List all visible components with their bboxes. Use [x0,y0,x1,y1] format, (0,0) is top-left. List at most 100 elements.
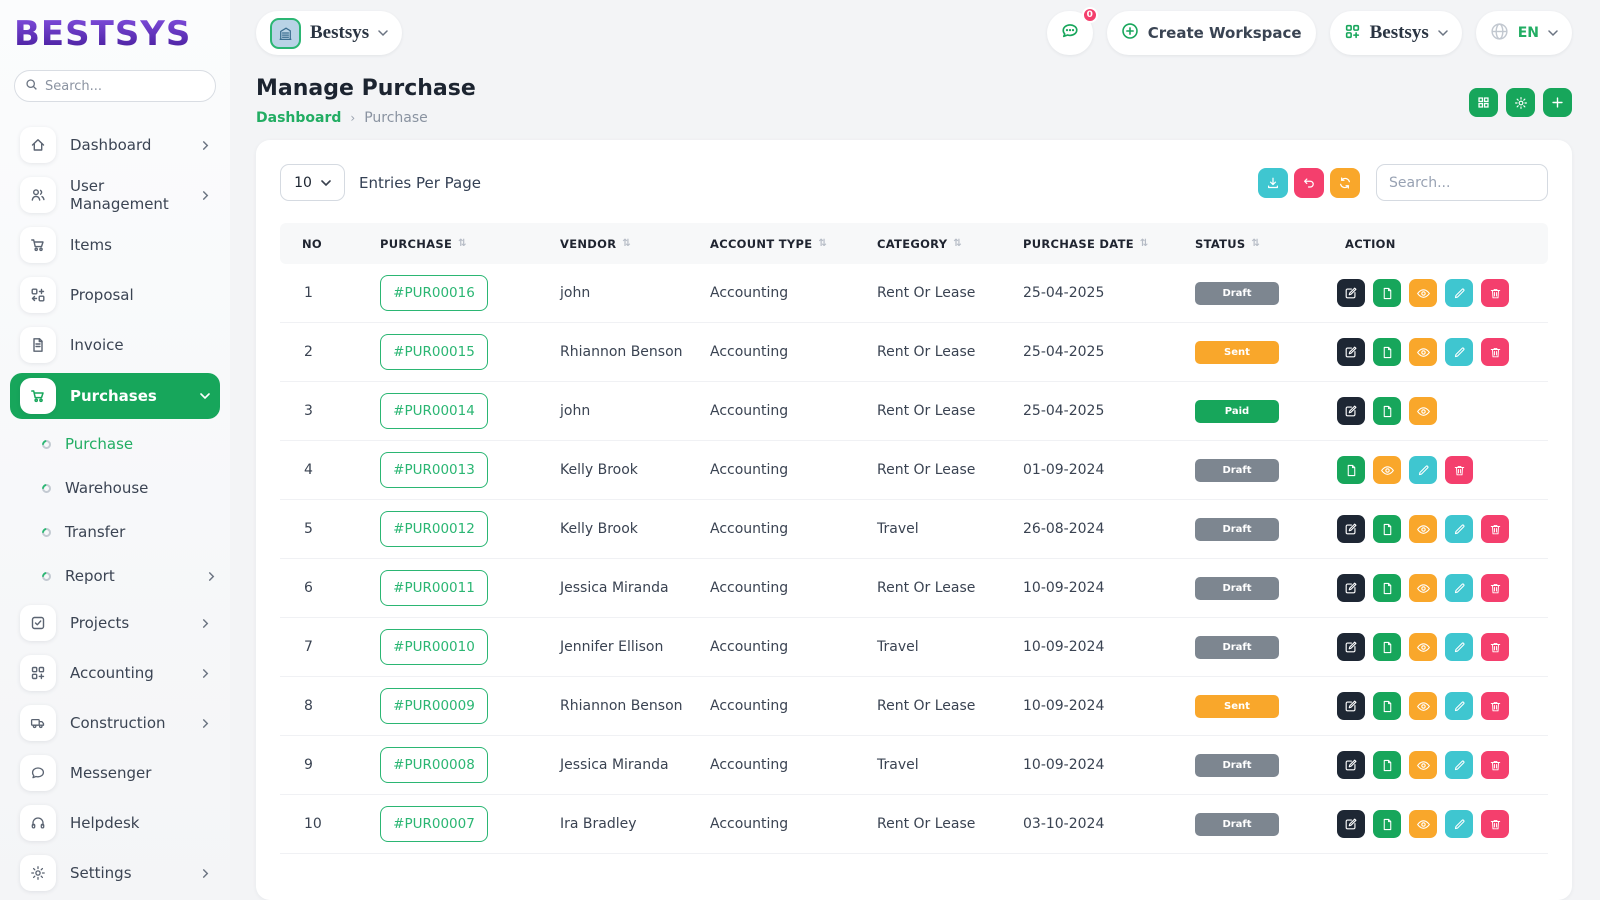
chat-button[interactable]: 0 [1047,11,1093,55]
sidebar-item-accounting[interactable]: Accounting [14,648,216,698]
purchase-id-badge[interactable]: #PUR00008 [380,747,488,783]
document-action-button[interactable] [1373,279,1401,307]
view-action-button[interactable] [1409,397,1437,425]
document-action-button[interactable] [1373,515,1401,543]
column-header-purchase[interactable]: PURCHASE⇅ [360,237,540,251]
create-workspace-button[interactable]: Create Workspace [1107,11,1316,55]
delete-action-button[interactable] [1445,456,1473,484]
edit-action-button[interactable] [1337,751,1365,779]
edit-action-button[interactable] [1337,338,1365,366]
document-action-button[interactable] [1337,456,1365,484]
pencil-action-button[interactable] [1445,515,1473,543]
sort-icon[interactable]: ⇅ [1252,238,1261,249]
column-header-account-type[interactable]: ACCOUNT TYPE⇅ [690,237,857,251]
document-action-button[interactable] [1373,338,1401,366]
view-action-button[interactable] [1409,751,1437,779]
pencil-action-button[interactable] [1445,810,1473,838]
purchase-id-badge[interactable]: #PUR00009 [380,688,488,724]
sort-icon[interactable]: ⇅ [622,238,631,249]
view-action-button[interactable] [1409,515,1437,543]
view-action-button[interactable] [1409,574,1437,602]
edit-action-button[interactable] [1337,397,1365,425]
pencil-action-button[interactable] [1445,574,1473,602]
breadcrumb-dashboard[interactable]: Dashboard [256,110,341,126]
document-action-button[interactable] [1373,810,1401,838]
purchase-id-badge[interactable]: #PUR00010 [380,629,488,665]
sidebar-item-construction[interactable]: Construction [14,698,216,748]
edit-action-button[interactable] [1337,810,1365,838]
undo-button[interactable] [1294,168,1324,198]
column-header-category[interactable]: CATEGORY⇅ [857,237,1003,251]
entries-per-page-select[interactable]: 10 [280,164,345,201]
grid-view-button[interactable] [1469,88,1498,117]
pencil-action-button[interactable] [1409,456,1437,484]
edit-action-button[interactable] [1337,574,1365,602]
document-action-button[interactable] [1373,633,1401,661]
delete-action-button[interactable] [1481,279,1509,307]
delete-action-button[interactable] [1481,338,1509,366]
refresh-button[interactable] [1330,168,1360,198]
sidebar-item-dashboard[interactable]: Dashboard [14,120,216,170]
sidebar-item-purchases[interactable]: Purchases [10,373,220,419]
view-action-button[interactable] [1409,810,1437,838]
purchase-id-badge[interactable]: #PUR00014 [380,393,488,429]
settings-button[interactable] [1506,88,1535,117]
sidebar-item-user-management[interactable]: User Management [14,170,216,220]
sort-icon[interactable]: ⇅ [458,238,467,249]
pencil-action-button[interactable] [1445,279,1473,307]
sidebar-item-projects[interactable]: Projects [14,598,216,648]
sidebar-subitem-warehouse[interactable]: Warehouse [14,466,216,510]
pencil-action-button[interactable] [1445,633,1473,661]
download-button[interactable] [1258,168,1288,198]
sort-icon[interactable]: ⇅ [1140,238,1149,249]
document-action-button[interactable] [1373,751,1401,779]
company-dropdown[interactable]: Bestsys [1330,11,1462,55]
edit-action-button[interactable] [1337,279,1365,307]
column-header-purchase-date[interactable]: PURCHASE DATE⇅ [1003,237,1175,251]
table-search-input[interactable] [1376,164,1548,201]
view-action-button[interactable] [1409,338,1437,366]
pencil-action-button[interactable] [1445,751,1473,779]
sidebar-item-proposal[interactable]: Proposal [14,270,216,320]
edit-action-button[interactable] [1337,633,1365,661]
sidebar-subitem-purchase[interactable]: Purchase [14,422,216,466]
workspace-selector[interactable]: Bestsys [256,11,402,55]
purchase-id-badge[interactable]: #PUR00016 [380,275,488,311]
delete-action-button[interactable] [1481,751,1509,779]
add-purchase-button[interactable] [1543,88,1572,117]
sidebar-item-messenger[interactable]: Messenger [14,748,216,798]
sidebar-subitem-report[interactable]: Report [14,554,216,598]
column-header-status[interactable]: STATUS⇅ [1175,237,1325,251]
view-action-button[interactable] [1409,633,1437,661]
purchase-id-badge[interactable]: #PUR00015 [380,334,488,370]
document-action-button[interactable] [1373,397,1401,425]
sidebar-subitem-transfer[interactable]: Transfer [14,510,216,554]
sidebar-item-helpdesk[interactable]: Helpdesk [14,798,216,848]
purchase-id-badge[interactable]: #PUR00007 [380,806,488,842]
view-action-button[interactable] [1373,456,1401,484]
purchase-id-badge[interactable]: #PUR00012 [380,511,488,547]
delete-action-button[interactable] [1481,633,1509,661]
sidebar-item-invoice[interactable]: Invoice [14,320,216,370]
pencil-action-button[interactable] [1445,338,1473,366]
sort-icon[interactable]: ⇅ [818,238,827,249]
sidebar-search[interactable]: Search... [14,70,216,102]
document-action-button[interactable] [1373,692,1401,720]
edit-action-button[interactable] [1337,515,1365,543]
sidebar-item-settings[interactable]: Settings [14,848,216,898]
sort-icon[interactable]: ⇅ [953,238,962,249]
column-header-vendor[interactable]: VENDOR⇅ [540,237,690,251]
language-selector[interactable]: EN [1476,11,1572,55]
delete-action-button[interactable] [1481,810,1509,838]
delete-action-button[interactable] [1481,692,1509,720]
sidebar-item-items[interactable]: Items [14,220,216,270]
view-action-button[interactable] [1409,692,1437,720]
document-action-button[interactable] [1373,574,1401,602]
delete-action-button[interactable] [1481,574,1509,602]
delete-action-button[interactable] [1481,515,1509,543]
view-action-button[interactable] [1409,279,1437,307]
pencil-action-button[interactable] [1445,692,1473,720]
edit-action-button[interactable] [1337,692,1365,720]
purchase-id-badge[interactable]: #PUR00011 [380,570,488,606]
purchase-id-badge[interactable]: #PUR00013 [380,452,488,488]
